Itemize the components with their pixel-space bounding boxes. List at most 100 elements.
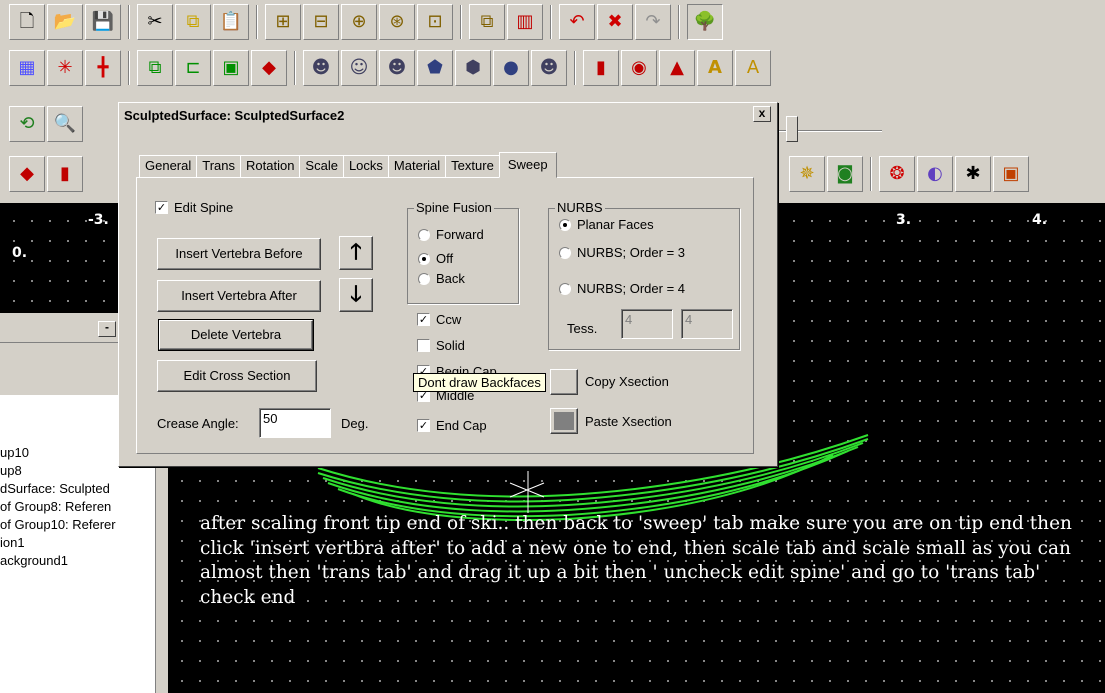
move-up-button[interactable]: 🡑 bbox=[339, 236, 373, 270]
end-cap-label: End Cap bbox=[436, 418, 487, 433]
crease-angle-input[interactable]: 50 bbox=[259, 408, 331, 438]
sphere-box-icon[interactable]: ◙ bbox=[827, 156, 863, 192]
axis-label-3: 3. bbox=[896, 212, 912, 228]
tab-trans[interactable]: Trans bbox=[196, 155, 241, 177]
wheel-icon[interactable]: ✵ bbox=[789, 156, 825, 192]
tool-a-icon[interactable]: ⊞ bbox=[265, 4, 301, 40]
tree-item[interactable]: of Group8: Referen bbox=[0, 499, 152, 514]
redo-icon[interactable]: ↷ bbox=[635, 4, 671, 40]
tab-rotation[interactable]: Rotation bbox=[240, 155, 301, 177]
planar-faces-radio[interactable]: Planar Faces bbox=[559, 217, 654, 232]
tab-material[interactable]: Material bbox=[387, 155, 447, 177]
tree-item[interactable]: ion1 bbox=[0, 535, 152, 550]
tool-c-icon[interactable]: ⊕ bbox=[341, 4, 377, 40]
paste-icon[interactable]: 📋 bbox=[213, 4, 249, 40]
head-a-icon[interactable]: ☻ bbox=[303, 50, 339, 86]
tess-input-2[interactable]: 4 bbox=[681, 309, 733, 339]
spine-fusion-legend: Spine Fusion bbox=[414, 200, 494, 216]
minimize-button[interactable]: - bbox=[98, 321, 116, 337]
solid-label: Solid bbox=[436, 338, 465, 353]
door-icon[interactable]: ▮ bbox=[583, 50, 619, 86]
head-c-icon[interactable]: ☻ bbox=[379, 50, 415, 86]
tool-b-icon[interactable]: ⊟ bbox=[303, 4, 339, 40]
planar-faces-label: Planar Faces bbox=[577, 217, 654, 232]
zoom-slider-thumb[interactable] bbox=[786, 116, 798, 142]
move-down-button[interactable]: 🡓 bbox=[339, 278, 373, 312]
solid-checkbox[interactable]: Solid bbox=[417, 338, 465, 353]
tool-g-icon[interactable]: ▥ bbox=[507, 4, 543, 40]
axis-label-0: 0. bbox=[12, 245, 28, 261]
arrow-up-icon: 🡑 bbox=[350, 239, 362, 264]
tooltip: Dont draw Backfaces bbox=[413, 373, 546, 392]
fusion-off-radio[interactable]: Off bbox=[418, 251, 453, 266]
open-folder-icon[interactable]: 📂 bbox=[47, 4, 83, 40]
tab-general[interactable]: General bbox=[139, 155, 198, 177]
toolbar-row-2: ▦ ✳ ╋ ⧉ ⊏ ▣ ◆ ☻ ☺ ☻ ⬟ ⬢ ● ☻ ▮ ◉ ▲ A A bbox=[0, 46, 772, 90]
save-icon[interactable]: 💾 bbox=[85, 4, 121, 40]
crease-angle-unit: Deg. bbox=[341, 416, 369, 431]
spider-icon[interactable]: ✱ bbox=[955, 156, 991, 192]
ccw-label: Ccw bbox=[436, 312, 462, 327]
close-button[interactable]: x bbox=[753, 106, 771, 122]
group-icon[interactable]: ⧉ bbox=[137, 50, 173, 86]
tab-strip: General Trans Rotation Scale Locks Mater… bbox=[139, 152, 557, 178]
head-e-icon[interactable]: ⬢ bbox=[455, 50, 491, 86]
end-cap-checkbox[interactable]: ✓ End Cap bbox=[417, 418, 487, 433]
insert-vertebra-before-button[interactable]: Insert Vertebra Before bbox=[157, 238, 321, 270]
tool-d-icon[interactable]: ⊛ bbox=[379, 4, 415, 40]
tess-input-1[interactable]: 4 bbox=[621, 309, 673, 339]
fusion-forward-label: Forward bbox=[436, 227, 484, 242]
new-file-icon[interactable]: 🗋 bbox=[9, 4, 45, 40]
delete-vertebra-button[interactable]: Delete Vertebra bbox=[158, 319, 314, 351]
tool-f-icon[interactable]: ⧉ bbox=[469, 4, 505, 40]
fusion-off-label: Off bbox=[436, 251, 454, 266]
fusion-back-radio[interactable]: Back bbox=[418, 271, 465, 286]
tab-scale[interactable]: Scale bbox=[299, 155, 344, 177]
merge-icon[interactable]: ▣ bbox=[213, 50, 249, 86]
cut-icon[interactable]: ✂ bbox=[137, 4, 173, 40]
fusion-forward-radio[interactable]: Forward bbox=[418, 227, 484, 242]
head-d-icon[interactable]: ⬟ bbox=[417, 50, 453, 86]
nurbs-order4-radio[interactable]: NURBS; Order = 4 bbox=[559, 281, 685, 296]
tree-item[interactable]: of Group10: Referer bbox=[0, 517, 152, 532]
text-a-icon[interactable]: A bbox=[697, 50, 733, 86]
insert-vertebra-after-button[interactable]: Insert Vertebra After bbox=[157, 280, 321, 312]
copy-icon[interactable]: ⧉ bbox=[175, 4, 211, 40]
head-g-icon[interactable]: ☻ bbox=[531, 50, 567, 86]
tab-texture[interactable]: Texture bbox=[445, 155, 500, 177]
cone-icon[interactable]: ▲ bbox=[659, 50, 695, 86]
tab-locks[interactable]: Locks bbox=[342, 155, 389, 177]
tool-e-icon[interactable]: ⊡ bbox=[417, 4, 453, 40]
globe-icon[interactable]: ◐ bbox=[917, 156, 953, 192]
copy-xsection-button[interactable] bbox=[550, 369, 578, 395]
disc-icon[interactable]: ◉ bbox=[621, 50, 657, 86]
cube-icon[interactable]: ◆ bbox=[251, 50, 287, 86]
head-b-icon[interactable]: ☺ bbox=[341, 50, 377, 86]
head-f-icon[interactable]: ● bbox=[493, 50, 529, 86]
edit-spine-checkbox[interactable]: ✓ Edit Spine bbox=[155, 200, 233, 215]
undo-icon[interactable]: ↶ bbox=[559, 4, 595, 40]
ungroup-icon[interactable]: ⊏ bbox=[175, 50, 211, 86]
crease-angle-label: Crease Angle: bbox=[157, 416, 239, 431]
spine-fusion-group: Spine Fusion Forward Off Back bbox=[407, 200, 519, 304]
twist-icon[interactable]: ❂ bbox=[879, 156, 915, 192]
cylinder-icon[interactable]: ▮ bbox=[47, 156, 83, 192]
cancel-icon[interactable]: ✖ bbox=[597, 4, 633, 40]
edit-cross-section-button[interactable]: Edit Cross Section bbox=[157, 360, 317, 392]
paste-xsection-button[interactable] bbox=[550, 408, 578, 434]
tree-icon[interactable]: 🌳 bbox=[687, 4, 723, 40]
grid-icon[interactable]: ▦ bbox=[9, 50, 45, 86]
tab-sweep[interactable]: Sweep bbox=[498, 152, 557, 178]
zoom-icon[interactable]: 🔍 bbox=[47, 106, 83, 142]
tree-item[interactable]: ackground1 bbox=[0, 553, 152, 568]
axis-icon[interactable]: ╋ bbox=[85, 50, 121, 86]
rotate-view-icon[interactable]: ⟲ bbox=[9, 106, 45, 142]
nurbs-order3-radio[interactable]: NURBS; Order = 3 bbox=[559, 245, 685, 260]
cube-red-icon[interactable]: ◆ bbox=[9, 156, 45, 192]
text-b-icon[interactable]: A bbox=[735, 50, 771, 86]
edit-spine-label: Edit Spine bbox=[174, 200, 234, 215]
tree-item[interactable]: dSurface: Sculpted bbox=[0, 481, 152, 496]
box-icon[interactable]: ▣ bbox=[993, 156, 1029, 192]
ccw-checkbox[interactable]: ✓ Ccw bbox=[417, 312, 461, 327]
snap-icon[interactable]: ✳ bbox=[47, 50, 83, 86]
